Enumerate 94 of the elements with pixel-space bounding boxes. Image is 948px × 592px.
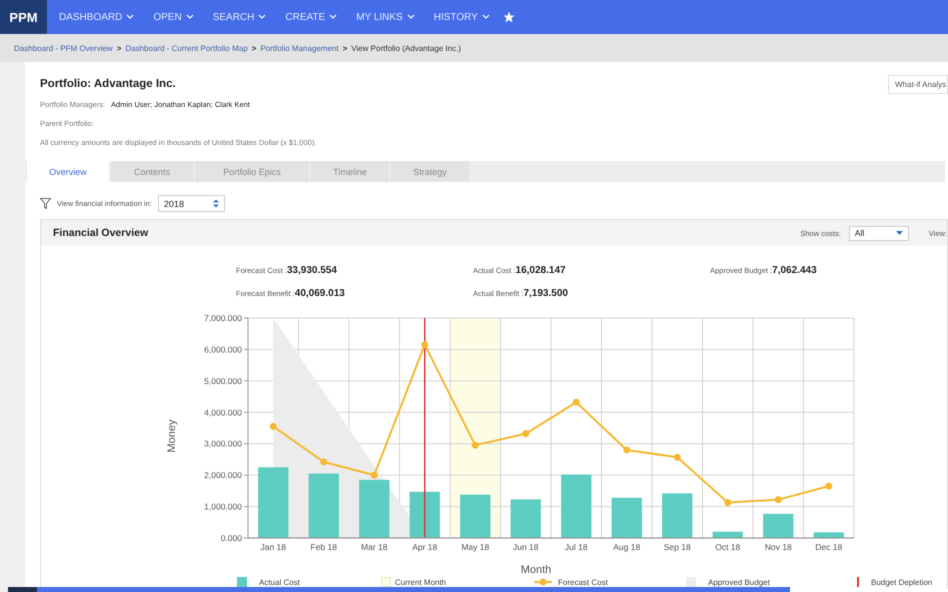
spinner-icon <box>212 199 219 208</box>
nav-menu[interactable]: HISTORY <box>426 12 497 22</box>
legend-label: Actual Cost <box>259 578 300 587</box>
legend-swatch <box>534 578 552 586</box>
axis-label: Sep 18 <box>664 542 691 552</box>
data-point <box>270 422 277 430</box>
metric-value: 16,028.147 <box>516 265 566 276</box>
axis-label: Dec 18 <box>815 542 842 552</box>
chevron-icon <box>186 14 194 20</box>
data-point <box>623 446 630 454</box>
axis-label: Jul 18 <box>564 542 588 552</box>
breadcrumb-current: View Portfolio (Advantage Inc.) <box>351 44 461 52</box>
breadcrumb-link[interactable]: Dashboard - PFM Overview <box>14 44 113 52</box>
axis-label: Jun 18 <box>512 542 539 552</box>
tab[interactable]: Strategy <box>391 161 469 182</box>
data-point <box>472 442 479 449</box>
bar <box>814 532 844 538</box>
tab[interactable]: Portfolio Epics <box>195 161 309 182</box>
bar <box>763 514 794 538</box>
metric-value: 7,062.443 <box>772 265 817 276</box>
data-point <box>572 398 580 406</box>
breadcrumb-separator: > <box>342 44 348 52</box>
chevron-icon <box>126 14 134 20</box>
bar <box>460 494 490 538</box>
chevron-icon <box>482 14 490 20</box>
breadcrumb-separator: > <box>252 44 256 52</box>
legend-swatch <box>686 577 696 587</box>
axis-label: 2,000.000 <box>204 470 242 480</box>
caret-icon <box>896 231 903 235</box>
breadcrumb-link[interactable]: Portfolio Management <box>260 44 339 52</box>
axis-title: Money <box>166 419 178 453</box>
axis-label: Apr 18 <box>412 542 438 552</box>
chevron-icon <box>329 14 338 20</box>
legend-swatch <box>381 577 391 587</box>
axis-label: Nov 18 <box>764 542 792 552</box>
axis-label: 3,000.000 <box>204 438 242 449</box>
bar <box>662 493 692 538</box>
metric-value: 40,069.013 <box>294 288 345 299</box>
data-point <box>421 341 428 348</box>
chevron-icon <box>406 14 415 20</box>
axis-label: 4,000.000 <box>204 407 242 418</box>
legend-label: Budget Depletion <box>871 578 932 587</box>
data-point <box>370 472 378 479</box>
taskbar-edge <box>8 587 37 592</box>
bar <box>410 492 440 538</box>
filter-icon <box>40 198 51 209</box>
breadcrumb-separator: > <box>116 44 122 52</box>
tab[interactable]: Timeline <box>311 161 389 182</box>
legend-label: Current Month <box>395 578 446 587</box>
axis-label: 6,000.000 <box>204 344 242 354</box>
nav-menu[interactable]: CREATE <box>278 12 344 22</box>
axis-label: Jan 18 <box>260 542 286 552</box>
axis-label: 7,000.000 <box>204 313 242 323</box>
axis-title: Month <box>520 564 552 576</box>
portfolio-title: Portfolio: Advantage Inc. <box>40 78 177 90</box>
legend-label: Forecast Cost <box>558 578 608 587</box>
axis-label: Mar 18 <box>361 542 388 552</box>
bar <box>258 467 288 538</box>
legend-swatch <box>237 577 247 587</box>
data-point <box>674 454 681 461</box>
metric-value: 7,193.500 <box>523 288 568 299</box>
axis-label: May 18 <box>461 542 490 552</box>
what-if-button[interactable]: What-if Analys <box>888 75 948 94</box>
bar <box>359 480 390 538</box>
app-logo[interactable]: PPM <box>0 0 47 34</box>
nav-menu[interactable]: OPEN <box>146 12 201 22</box>
data-point <box>825 482 832 490</box>
data-point <box>320 458 328 466</box>
chevron-icon <box>258 14 266 20</box>
nav-menu[interactable]: SEARCH <box>206 12 274 22</box>
bar <box>612 498 642 538</box>
legend-label: Approved Budget <box>708 578 770 587</box>
bar <box>561 474 592 538</box>
star-icon[interactable] <box>502 11 515 23</box>
nav-menu[interactable]: MY LINKS <box>349 12 422 22</box>
nav-menu[interactable]: DASHBOARD <box>52 12 142 22</box>
tab[interactable]: Overview <box>27 161 109 182</box>
axis-label: 1,000.000 <box>204 502 242 512</box>
panel-title: Financial Overview <box>53 227 148 239</box>
costs-select[interactable]: All <box>848 226 909 240</box>
axis-label: 5,000.000 <box>204 376 242 386</box>
axis-label: 0.000 <box>220 533 242 543</box>
year-select[interactable]: 2018 <box>158 195 225 212</box>
data-point <box>774 496 782 504</box>
data-point <box>522 430 530 438</box>
tab[interactable]: Contents <box>111 161 193 182</box>
axis-label: Aug 18 <box>613 542 640 552</box>
breadcrumb-link[interactable]: Dashboard - Current Portfolio Map <box>125 44 248 52</box>
axis-label: Oct 18 <box>715 542 740 552</box>
bar <box>308 474 339 538</box>
axis-label: Feb 18 <box>310 542 337 552</box>
bar <box>510 499 541 538</box>
data-point <box>724 498 732 506</box>
metric-value: 33,930.554 <box>286 265 337 276</box>
